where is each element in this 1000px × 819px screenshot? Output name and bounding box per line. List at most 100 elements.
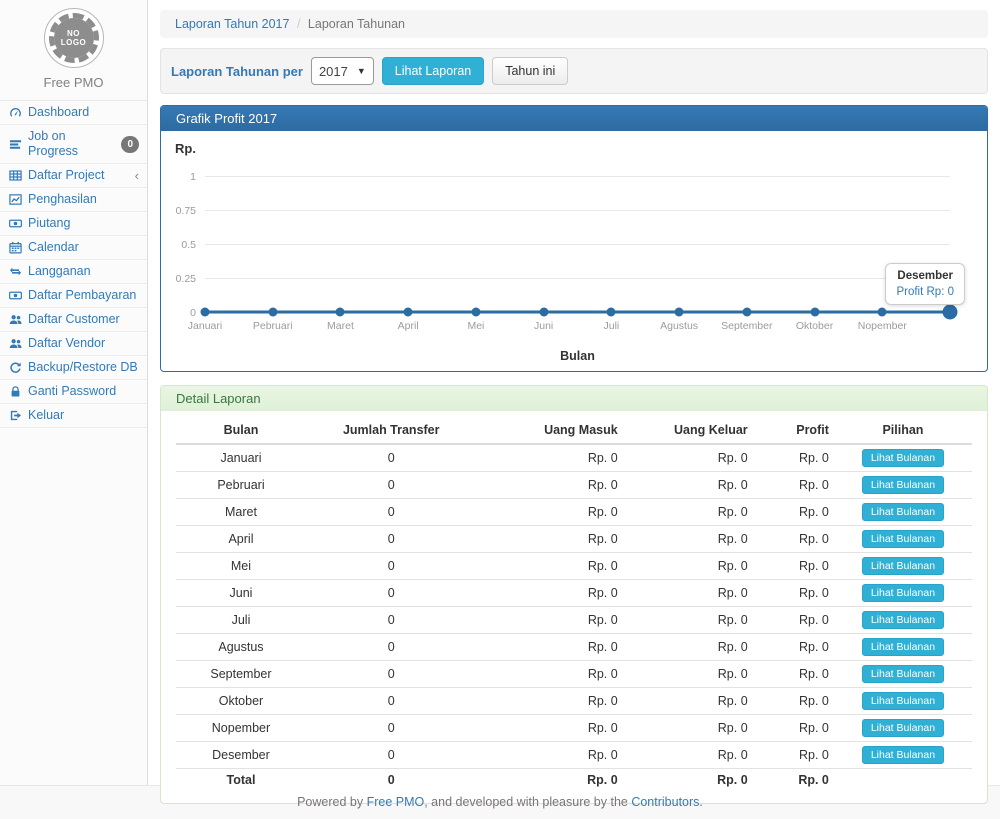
sidebar-item-penghasilan[interactable]: Penghasilan [0, 188, 147, 212]
sidebar-item-dashboard[interactable]: Dashboard [0, 101, 147, 125]
cell-profit: Rp. 0 [753, 607, 834, 634]
cell-bulan: Oktober [176, 688, 306, 715]
data-point-juni[interactable] [539, 308, 548, 317]
cell-pilihan: Lihat Bulanan [834, 444, 972, 472]
data-point-september[interactable] [742, 308, 751, 317]
lihat-bulanan-button[interactable]: Lihat Bulanan [862, 719, 944, 737]
cell-keluar: Rp. 0 [623, 607, 753, 634]
year-select[interactable]: 2017 ▼ [311, 57, 374, 85]
badge-count: 0 [121, 136, 139, 153]
data-point-agustus[interactable] [675, 308, 684, 317]
sidebar-item-daftar-pembayaran[interactable]: Daftar Pembayaran [0, 284, 147, 308]
lihat-bulanan-button[interactable]: Lihat Bulanan [862, 476, 944, 494]
table-row: Maret0Rp. 0Rp. 0Rp. 0Lihat Bulanan [176, 499, 972, 526]
header-bulan: Bulan [176, 417, 306, 444]
cell-keluar: Rp. 0 [623, 580, 753, 607]
x-tick-label: September [721, 320, 772, 332]
sidebar-item-job-on-progress[interactable]: Job on Progress 0 [0, 125, 147, 164]
cell-jumlah: 0 [306, 742, 477, 769]
cell-profit: Rp. 0 [753, 444, 834, 472]
data-point-nopember[interactable] [878, 308, 887, 317]
detail-panel: Detail Laporan Bulan Jumlah Transfer Uan… [160, 385, 988, 804]
x-tick-label: Oktober [796, 320, 833, 332]
sidebar-item-label: Dashboard [28, 105, 89, 120]
money-icon [8, 289, 23, 302]
lihat-bulanan-button[interactable]: Lihat Bulanan [862, 503, 944, 521]
lihat-bulanan-button[interactable]: Lihat Bulanan [862, 638, 944, 656]
total-cell-profit: Rp. 0 [753, 769, 834, 792]
sidebar-item-langganan[interactable]: Langganan [0, 260, 147, 284]
tahun-ini-button[interactable]: Tahun ini [492, 57, 568, 85]
cell-bulan: Mei [176, 553, 306, 580]
breadcrumb: Laporan Tahun 2017 / Laporan Tahunan [160, 10, 988, 38]
cell-keluar: Rp. 0 [623, 715, 753, 742]
lihat-bulanan-button[interactable]: Lihat Bulanan [862, 611, 944, 629]
data-point-januari[interactable] [201, 308, 210, 317]
sidebar-item-daftar-customer[interactable]: Daftar Customer [0, 308, 147, 332]
table-row: Nopember0Rp. 0Rp. 0Rp. 0Lihat Bulanan [176, 715, 972, 742]
footer-link-free-pmo[interactable]: Free PMO [367, 795, 425, 809]
lihat-bulanan-button[interactable]: Lihat Bulanan [862, 449, 944, 467]
sidebar-item-label: Daftar Project [28, 168, 104, 183]
chart-x-axis-label: Bulan [205, 349, 950, 363]
cell-profit: Rp. 0 [753, 742, 834, 769]
lihat-bulanan-button[interactable]: Lihat Bulanan [862, 665, 944, 683]
sidebar-item-label: Daftar Customer [28, 312, 120, 327]
sidebar-item-label: Keluar [28, 408, 64, 423]
sidebar-item-calendar[interactable]: Calendar [0, 236, 147, 260]
filter-label: Laporan Tahunan per [171, 64, 303, 79]
data-point-desember[interactable] [943, 305, 958, 320]
cell-jumlah: 0 [306, 444, 477, 472]
cell-masuk: Rp. 0 [477, 607, 623, 634]
data-point-mei[interactable] [471, 308, 480, 317]
cell-bulan: Maret [176, 499, 306, 526]
calendar-icon [8, 241, 23, 254]
sidebar-item-piutang[interactable]: Piutang [0, 212, 147, 236]
lihat-bulanan-button[interactable]: Lihat Bulanan [862, 557, 944, 575]
sidebar-item-label: Job on Progress [28, 129, 116, 159]
cell-profit: Rp. 0 [753, 472, 834, 499]
footer-link-contributors[interactable]: Contributors. [631, 795, 703, 809]
x-tick-label: April [398, 320, 419, 332]
data-point-april[interactable] [404, 308, 413, 317]
lihat-laporan-button[interactable]: Lihat Laporan [382, 57, 484, 85]
sidebar-item-label: Calendar [28, 240, 79, 255]
total-cell-pilihan-empty [834, 769, 972, 792]
lihat-bulanan-button[interactable]: Lihat Bulanan [862, 692, 944, 710]
sidebar-item-backup-restore-db[interactable]: Backup/Restore DB [0, 356, 147, 380]
data-point-oktober[interactable] [810, 308, 819, 317]
cell-masuk: Rp. 0 [477, 526, 623, 553]
cell-bulan: April [176, 526, 306, 553]
lihat-bulanan-button[interactable]: Lihat Bulanan [862, 530, 944, 548]
x-tick-label: Pebruari [253, 320, 293, 332]
header-uang-masuk: Uang Masuk [477, 417, 623, 444]
cell-profit: Rp. 0 [753, 634, 834, 661]
cell-profit: Rp. 0 [753, 715, 834, 742]
refresh-icon [8, 361, 23, 374]
lihat-bulanan-button[interactable]: Lihat Bulanan [862, 746, 944, 764]
cell-jumlah: 0 [306, 526, 477, 553]
cell-masuk: Rp. 0 [477, 580, 623, 607]
no-logo-text: NO LOGO [61, 29, 87, 47]
table-row: April0Rp. 0Rp. 0Rp. 0Lihat Bulanan [176, 526, 972, 553]
x-tick-label: Juni [534, 320, 553, 332]
cell-bulan: Nopember [176, 715, 306, 742]
cell-jumlah: 0 [306, 499, 477, 526]
sidebar-item-ganti-password[interactable]: Ganti Password [0, 380, 147, 404]
sidebar-item-daftar-project[interactable]: Daftar Project‹ [0, 164, 147, 188]
tachometer-icon [8, 106, 23, 119]
sidebar-item-keluar[interactable]: Keluar [0, 404, 147, 428]
cell-keluar: Rp. 0 [623, 526, 753, 553]
lihat-bulanan-button[interactable]: Lihat Bulanan [862, 584, 944, 602]
cell-jumlah: 0 [306, 553, 477, 580]
data-point-pebruari[interactable] [268, 308, 277, 317]
table-total-row: Total0Rp. 0Rp. 0Rp. 0 [176, 769, 972, 792]
table-row: Oktober0Rp. 0Rp. 0Rp. 0Lihat Bulanan [176, 688, 972, 715]
data-point-maret[interactable] [336, 308, 345, 317]
breadcrumb-link[interactable]: Laporan Tahun 2017 [175, 17, 289, 31]
sidebar-item-label: Ganti Password [28, 384, 116, 399]
breadcrumb-current: Laporan Tahunan [308, 17, 405, 31]
data-point-juli[interactable] [607, 308, 616, 317]
sidebar-item-daftar-vendor[interactable]: Daftar Vendor [0, 332, 147, 356]
filter-bar: Laporan Tahunan per 2017 ▼ Lihat Laporan… [160, 48, 988, 94]
